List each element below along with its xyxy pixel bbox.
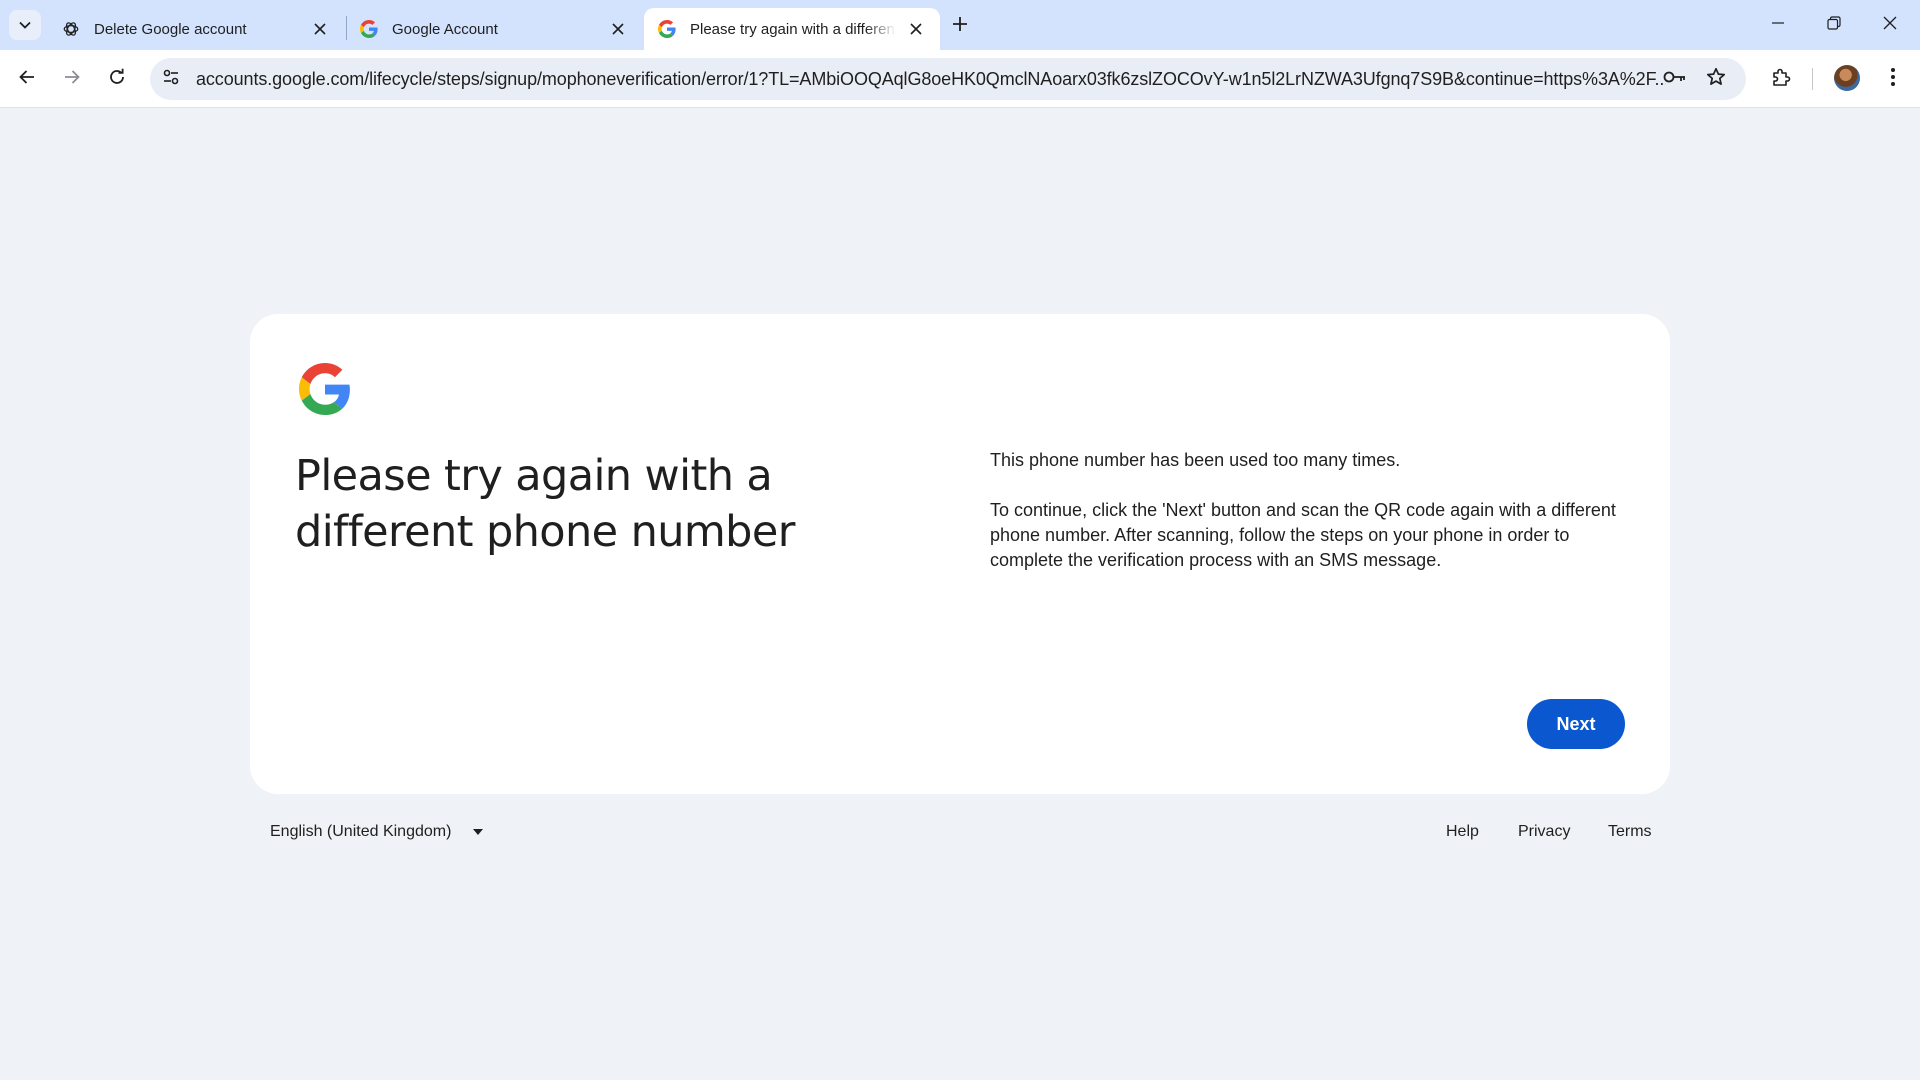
more-vert-icon (1890, 67, 1896, 92)
next-button[interactable]: Next (1527, 699, 1625, 749)
close-icon[interactable] (310, 19, 330, 39)
tab-google-account[interactable]: Google Account (346, 8, 642, 50)
tab-title: Google Account (392, 20, 498, 38)
reload-button[interactable] (100, 62, 134, 96)
chatgpt-icon (62, 20, 80, 38)
tab-please-try-again[interactable]: Please try again with a different phone … (644, 8, 940, 50)
window-close-button[interactable] (1862, 0, 1918, 50)
profile-avatar[interactable] (1834, 65, 1860, 91)
google-g-icon (360, 20, 378, 38)
tab-delete-google-account[interactable]: Delete Google account (48, 8, 344, 50)
error-description: This phone number has been used too many… (990, 448, 1630, 573)
address-bar[interactable]: accounts.google.com/lifecycle/steps/sign… (150, 58, 1746, 100)
arrow-left-icon (18, 68, 36, 91)
bookmark-button[interactable] (1699, 62, 1733, 96)
language-selector[interactable]: English (United Kingdom) (270, 814, 484, 850)
close-icon[interactable] (608, 19, 628, 39)
chevron-down-icon (19, 16, 31, 34)
back-button[interactable] (10, 62, 44, 96)
url-text[interactable]: accounts.google.com/lifecycle/steps/sign… (196, 69, 1666, 90)
restore-button[interactable] (1806, 0, 1862, 50)
browser-menu-button[interactable] (1876, 62, 1910, 96)
terms-link[interactable]: Terms (1608, 814, 1652, 850)
page-footer: English (United Kingdom) Help Privacy Te… (250, 814, 1670, 850)
google-g-icon (658, 20, 676, 38)
minimize-button[interactable] (1750, 0, 1806, 50)
close-icon[interactable] (906, 19, 926, 39)
puzzle-icon (1771, 67, 1791, 92)
google-logo-icon (299, 363, 351, 415)
reload-icon (108, 68, 126, 91)
tab-title: Delete Google account (94, 20, 247, 38)
password-key-button[interactable] (1658, 62, 1692, 96)
arrow-right-icon (63, 68, 81, 91)
tab-strip: Delete Google account Google Account Ple… (0, 0, 1920, 50)
tab-search-button[interactable] (9, 10, 41, 40)
restore-icon (1827, 15, 1841, 35)
key-icon (1663, 70, 1687, 89)
instructions-text: To continue, click the 'Next' button and… (990, 500, 1616, 570)
site-info-button[interactable] (154, 62, 188, 96)
caret-down-icon (473, 829, 484, 835)
privacy-link[interactable]: Privacy (1518, 814, 1570, 850)
plus-icon (952, 16, 968, 37)
browser-toolbar: accounts.google.com/lifecycle/steps/sign… (0, 50, 1920, 108)
language-label: English (United Kingdom) (270, 823, 452, 840)
star-icon (1706, 67, 1726, 92)
minimize-icon (1771, 16, 1785, 35)
tune-icon (162, 68, 180, 91)
close-icon (1883, 16, 1897, 35)
verification-error-card: Please try again with a different phone … (250, 314, 1670, 794)
tab-title: Please try again with a different phone … (690, 20, 896, 38)
error-message: This phone number has been used too many… (990, 450, 1401, 470)
new-tab-button[interactable] (946, 12, 974, 40)
page-title: Please try again with a different phone … (295, 451, 795, 557)
help-link[interactable]: Help (1446, 814, 1479, 850)
toolbar-divider (1812, 68, 1813, 90)
extensions-button[interactable] (1764, 62, 1798, 96)
forward-button[interactable] (55, 62, 89, 96)
